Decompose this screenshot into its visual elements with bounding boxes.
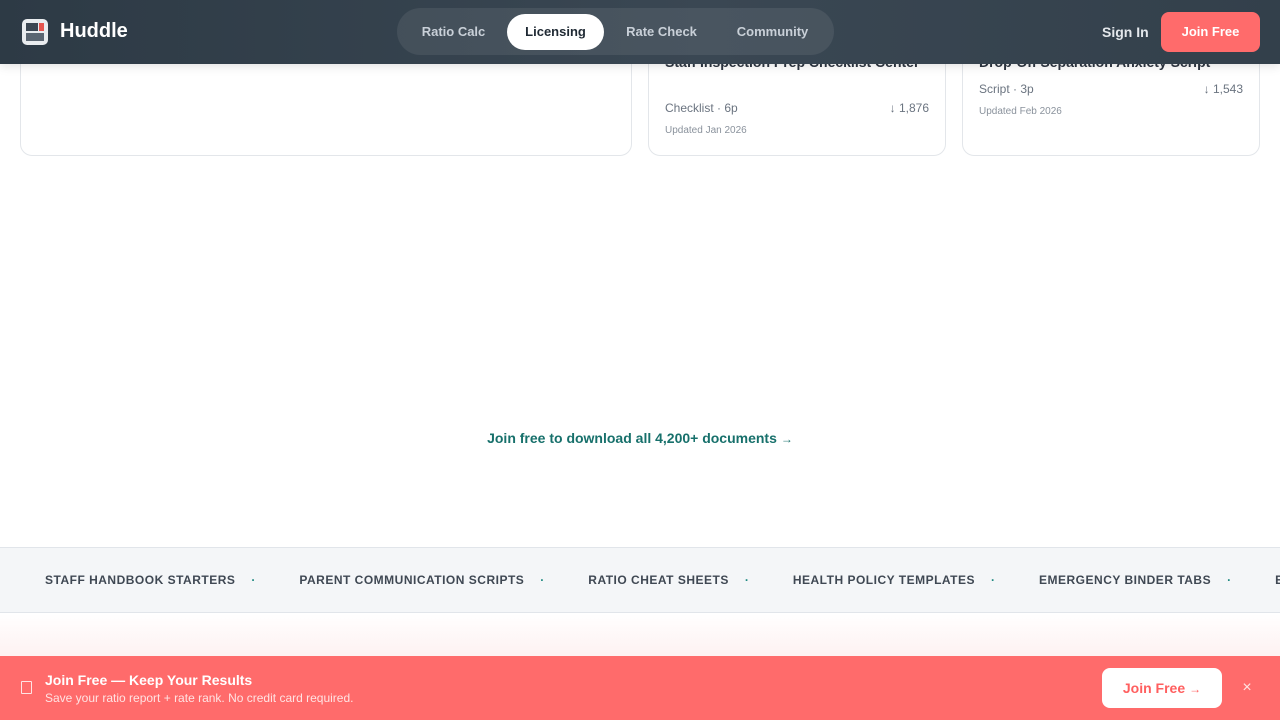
calendar-notebook-icon[interactable] [22,19,48,45]
banner-join-label: Join Free [1122,680,1186,696]
main-nav: Ratio Calc Licensing Rate Check Communit… [397,8,834,55]
marquee-item: Staff Handbook Starters [45,573,236,587]
separator-dot: · [744,573,749,587]
marquee-item: Emergency Binder Tabs [1039,573,1212,587]
join-banner [0,656,1280,720]
nav-ratio-calc[interactable]: Ratio Calc [405,14,502,50]
join-download-link[interactable]: Join free to download all 4,200+ documen… [0,430,1280,446]
nav-licensing[interactable]: Licensing [507,14,604,50]
nav-community[interactable]: Community [719,14,826,50]
join-free-button[interactable]: Join Free [1161,12,1260,52]
download-count: ↓ 1,876 [889,101,929,115]
nav-rate-check[interactable]: Rate Check [610,14,713,50]
banner-join-button[interactable]: Join Free → [1102,668,1222,708]
category-marquee: Staff Handbook Starters · Parent Communi… [0,547,1280,613]
updated-date: Updated Jan 2026 [665,125,747,136]
marquee-track: Staff Handbook Starters · Parent Communi… [45,573,1280,587]
updated-date: Updated Feb 2026 [979,106,1062,117]
document-meta: Checklist · 6p [665,101,738,115]
site-header: Huddle Ratio Calc Licensing Rate Check C… [0,0,1280,64]
arrow-right-icon: → [1189,682,1202,696]
join-download-link-text: Join free to download all 4,200+ documen… [487,430,777,446]
banner-title: Join Free — Keep Your Results [45,672,253,688]
marquee-item: Health Policy Templates [792,573,976,587]
separator-dot: · [540,573,545,587]
document-meta: Script · 3p [979,82,1034,96]
download-count: ↓ 1,543 [1203,82,1243,96]
marquee-item: E [1275,573,1280,587]
document-icon [21,681,32,694]
separator-dot: · [1227,573,1232,587]
separator-dot: · [991,573,996,587]
bottom-bar-glow [0,614,1280,656]
marquee-item: Parent Communication Scripts [299,573,525,587]
marquee-item: Ratio Cheat Sheets [588,573,729,587]
brand-name[interactable]: Huddle [60,20,128,43]
separator-dot: · [251,573,256,587]
arrow-right-icon: → [780,432,793,446]
sign-in-link[interactable]: Sign In [1102,24,1149,40]
banner-subtitle: Save your ratio report + rate rank. No c… [45,691,354,705]
close-icon[interactable]: × [1238,678,1256,698]
